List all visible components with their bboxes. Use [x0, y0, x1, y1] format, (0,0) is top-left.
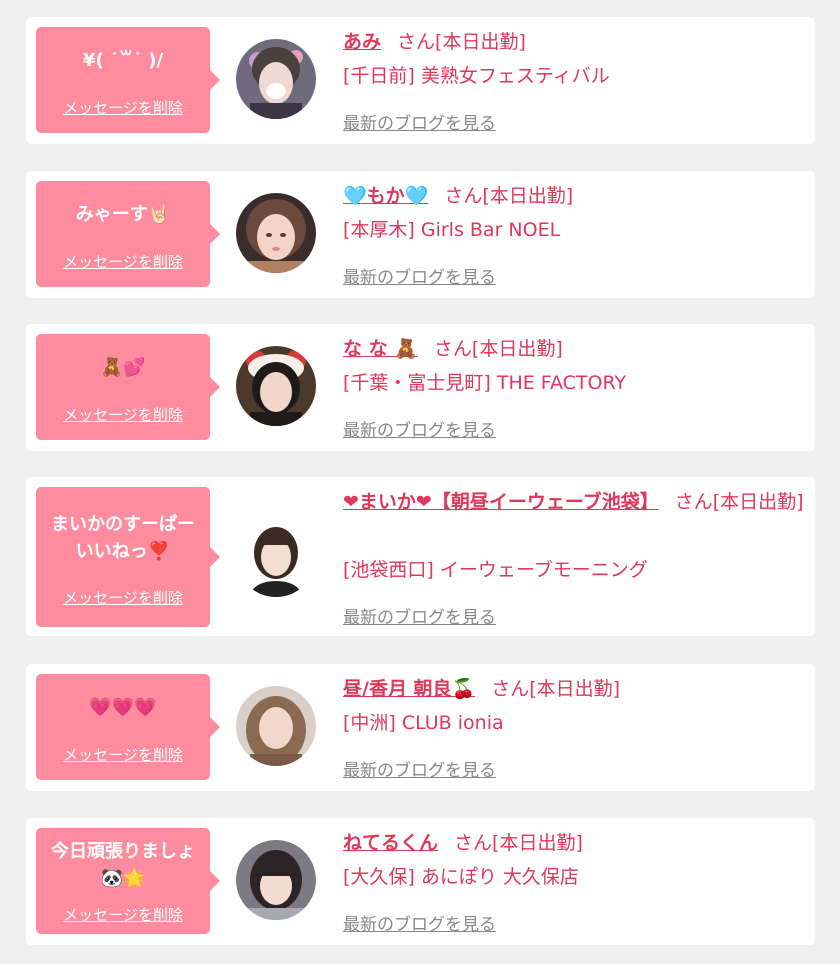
shop-name: [大久保] あにぽり 大久保店 — [343, 866, 579, 888]
status-label: [本日出勤] — [482, 185, 574, 207]
status-label: [本日出勤] — [435, 31, 526, 53]
cast-info: ❤まいか❤【朝昼イーウェーブ池袋】 さん[本日出勤] [池袋西口] イーウェーブモ… — [343, 487, 809, 629]
delete-message-link[interactable]: メッセージを削除 — [36, 587, 210, 608]
status-label: [本日出勤] — [529, 678, 621, 700]
message-bubble: みゃーす🤘🏻 メッセージを削除 — [36, 181, 220, 287]
latest-blog-link[interactable]: 最新のブログを見る — [343, 603, 496, 628]
message-bubble: 💗💗💗 メッセージを削除 — [36, 674, 220, 780]
delete-message-link[interactable]: メッセージを削除 — [36, 904, 210, 925]
cast-info: 🩵もか🩵 さん[本日出勤] [本厚木] Girls Bar NOEL 最新のブログ… — [343, 181, 809, 291]
message-bubble: 今日頑張りましょ 🐼🌟 メッセージを削除 — [36, 828, 220, 934]
cast-name-link[interactable]: ねてるくん — [343, 832, 438, 854]
shop-name: [中洲] CLUB ionia — [343, 712, 504, 734]
san-label: さん — [674, 491, 713, 513]
cast-name-link[interactable]: な な 🧸 — [343, 338, 418, 360]
message-bubble: 🧸💕 メッセージを削除 — [36, 334, 220, 440]
avatar[interactable] — [236, 517, 316, 597]
avatar[interactable] — [236, 840, 316, 920]
message-card: まいかのすーぱー いいねっ❣️ メッセージを削除 ❤まいか❤【朝昼イーウェーブ池… — [26, 477, 815, 636]
cast-name-line: 🩵もか🩵 さん[本日出勤] — [343, 181, 809, 212]
cast-name-link[interactable]: 🩵もか🩵 — [343, 185, 428, 207]
latest-blog-link[interactable]: 最新のブログを見る — [343, 416, 496, 441]
avatar-image — [236, 346, 316, 426]
shop-name: [千葉・富士見町] THE FACTORY — [343, 372, 627, 394]
cast-name-link[interactable]: あみ — [343, 31, 381, 53]
san-label: さん — [444, 185, 483, 207]
message-list: ¥( ˙꒳˙ )/ メッセージを削除 あみ さん[本日出勤] [千日前] 美熟女フ… — [0, 0, 840, 964]
shop-name: [千日前] 美熟女フェスティバル — [343, 65, 610, 87]
message-text: 🧸💕 — [100, 357, 146, 378]
message-text: みゃーす🤘🏻 — [75, 204, 171, 225]
avatar-image — [236, 193, 316, 273]
san-label: さん — [397, 31, 436, 53]
message-bubble: ¥( ˙꒳˙ )/ メッセージを削除 — [36, 27, 220, 133]
cast-name-link[interactable]: 昼/香月 朝良🍒 — [343, 678, 475, 700]
avatar-image — [236, 39, 316, 119]
status-label: [本日出勤] — [471, 338, 563, 360]
avatar[interactable] — [236, 346, 316, 426]
cast-name-line: な な 🧸 さん[本日出勤] — [343, 334, 809, 365]
message-bubble: まいかのすーぱー いいねっ❣️ メッセージを削除 — [36, 487, 220, 627]
shop-name: [池袋西口] イーウェーブモーニング — [343, 559, 648, 581]
avatar-image — [236, 840, 316, 920]
message-card: ¥( ˙꒳˙ )/ メッセージを削除 あみ さん[本日出勤] [千日前] 美熟女フ… — [26, 17, 815, 144]
message-text: 今日頑張りましょ 🐼🌟 — [51, 841, 195, 889]
latest-blog-link[interactable]: 最新のブログを見る — [343, 109, 496, 134]
cast-info: あみ さん[本日出勤] [千日前] 美熟女フェスティバル 最新のブログを見る — [343, 27, 809, 137]
delete-message-link[interactable]: メッセージを削除 — [36, 404, 210, 425]
latest-blog-link[interactable]: 最新のブログを見る — [343, 263, 496, 288]
message-card: 🧸💕 メッセージを削除 な な 🧸 さん[本日出勤] [千葉・富士見町] THE … — [26, 324, 815, 451]
message-text: まいかのすーぱー いいねっ❣️ — [51, 514, 195, 562]
avatar[interactable] — [236, 193, 316, 273]
status-label: [本日出勤] — [712, 491, 804, 513]
message-card: 今日頑張りましょ 🐼🌟 メッセージを削除 ねてるくん さん[本日出勤] [大久保]… — [26, 818, 815, 945]
delete-message-link[interactable]: メッセージを削除 — [36, 97, 210, 118]
shop-name: [本厚木] Girls Bar NOEL — [343, 219, 561, 241]
message-card: みゃーす🤘🏻 メッセージを削除 🩵もか🩵 さん[本日出勤] [本厚木] Girls… — [26, 171, 815, 298]
delete-message-link[interactable]: メッセージを削除 — [36, 251, 210, 272]
cast-name-line: あみ さん[本日出勤] — [343, 27, 809, 58]
cast-info: ねてるくん さん[本日出勤] [大久保] あにぽり 大久保店 最新のブログを見る — [343, 828, 809, 938]
message-text: ¥( ˙꒳˙ )/ — [82, 50, 164, 71]
latest-blog-link[interactable]: 最新のブログを見る — [343, 756, 496, 781]
message-text: 💗💗💗 — [89, 697, 157, 718]
san-label: さん — [433, 338, 472, 360]
message-card: 💗💗💗 メッセージを削除 昼/香月 朝良🍒 さん[本日出勤] [中洲] CLUB … — [26, 664, 815, 791]
status-label: [本日出勤] — [492, 832, 583, 854]
san-label: さん — [491, 678, 530, 700]
avatar-image — [236, 517, 316, 597]
avatar-image — [236, 686, 316, 766]
cast-info: な な 🧸 さん[本日出勤] [千葉・富士見町] THE FACTORY 最新のブ… — [343, 334, 809, 444]
cast-name-line: ねてるくん さん[本日出勤] — [343, 828, 809, 859]
san-label: さん — [454, 832, 493, 854]
cast-name-line: 昼/香月 朝良🍒 さん[本日出勤] — [343, 674, 809, 705]
delete-message-link[interactable]: メッセージを削除 — [36, 744, 210, 765]
cast-name-line: ❤まいか❤【朝昼イーウェーブ池袋】 さん[本日出勤] — [343, 487, 809, 518]
cast-info: 昼/香月 朝良🍒 さん[本日出勤] [中洲] CLUB ionia 最新のブログを… — [343, 674, 809, 784]
avatar[interactable] — [236, 39, 316, 119]
latest-blog-link[interactable]: 最新のブログを見る — [343, 910, 496, 935]
avatar[interactable] — [236, 686, 316, 766]
cast-name-link[interactable]: ❤まいか❤【朝昼イーウェーブ池袋】 — [343, 491, 659, 513]
